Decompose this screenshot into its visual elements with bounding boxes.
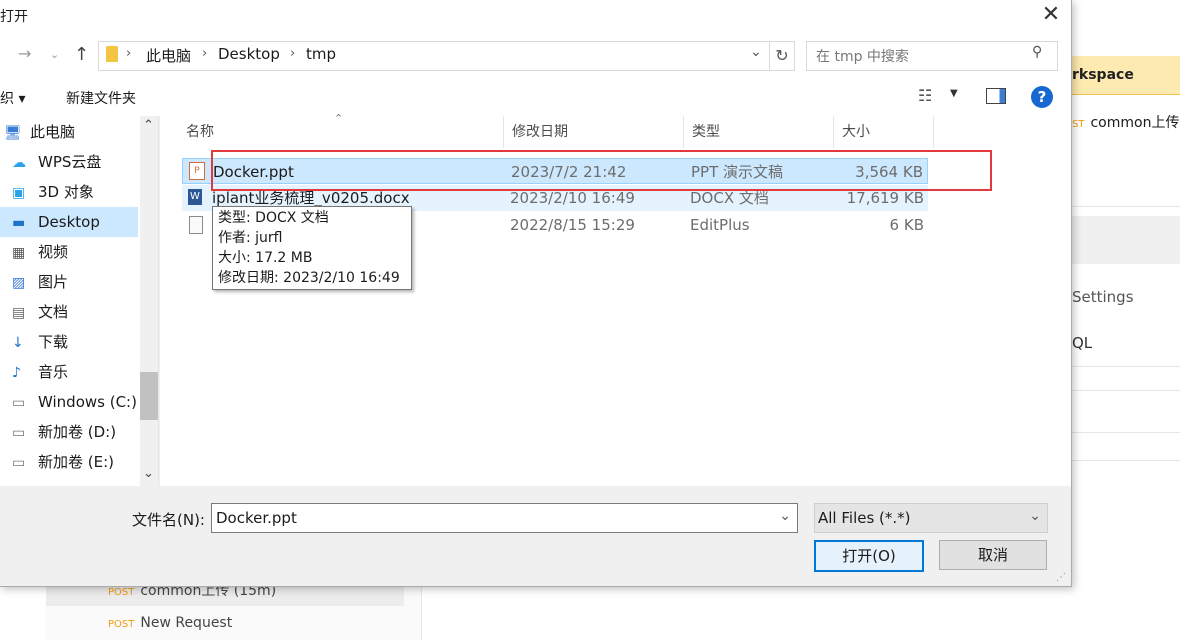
bg-sql-item[interactable]: QL	[1072, 334, 1092, 352]
drive-icon: ▭	[12, 394, 26, 411]
nav-item-label: 图片	[38, 273, 69, 291]
scrollbar-thumb[interactable]	[140, 372, 158, 420]
close-icon[interactable]: ✕	[1040, 4, 1062, 26]
nav-item-label: WPS云盘	[38, 153, 102, 171]
refresh-icon[interactable]: ↻	[770, 41, 795, 71]
cancel-button[interactable]: 取消	[939, 540, 1047, 570]
document-icon: ▤	[12, 304, 26, 321]
folder-icon	[106, 46, 118, 62]
dialog-toolbar	[0, 78, 1071, 116]
nav-item-label: Desktop	[38, 213, 100, 231]
cloud-icon: ☁	[12, 154, 26, 171]
nav-item[interactable]: ▭ Windows (C:)	[0, 387, 138, 417]
search-icon[interactable]: ⚲	[1032, 44, 1042, 60]
column-header-size[interactable]: 大小	[834, 116, 934, 148]
bg-request-new[interactable]: POST New Request	[108, 615, 232, 631]
nav-scrollbar[interactable]	[140, 116, 158, 486]
computer-icon: 🖥	[4, 124, 22, 141]
scroll-up-icon[interactable]: ⌃	[143, 118, 154, 133]
drive-icon: ▭	[12, 454, 26, 471]
nav-item-label: 文档	[38, 303, 69, 321]
column-header-date[interactable]: 修改日期	[504, 116, 684, 148]
breadcrumb-separator-icon: ›	[126, 46, 132, 61]
ppt-icon: P	[189, 162, 205, 180]
bg-settings-item[interactable]: Settings	[1072, 288, 1134, 306]
file-type-dropdown-icon[interactable]: ⌄	[1029, 508, 1041, 524]
nav-item[interactable]: ▣ 3D 对象	[0, 177, 138, 207]
background-right-panel	[1072, 0, 1180, 640]
nav-item-label: 音乐	[38, 363, 69, 381]
desktop-icon: ▬	[12, 214, 26, 231]
nav-item-label: Windows (C:)	[38, 393, 137, 411]
bg-request-item[interactable]: ST common上传	[1072, 112, 1179, 132]
highlight-box	[211, 150, 992, 191]
nav-item-label: 新加卷 (D:)	[38, 423, 117, 441]
recent-dropdown-icon[interactable]: ⌄	[50, 48, 59, 61]
nav-item[interactable]: ▭ 新加卷 (D:)	[0, 417, 138, 447]
tooltip-type: 类型: DOCX 文档	[218, 210, 329, 226]
column-header-name[interactable]: 名称	[178, 116, 504, 148]
filename-dropdown-icon[interactable]: ⌄	[779, 508, 791, 524]
nav-item[interactable]: ▤ 文档	[0, 297, 138, 327]
tooltip-author: 作者: jurfl	[218, 230, 283, 246]
download-icon: ↓	[12, 334, 24, 351]
nav-item-label: 此电脑	[30, 123, 76, 141]
up-arrow-icon[interactable]: ↑	[74, 44, 89, 65]
bg-selected-row	[1072, 216, 1180, 264]
workspace-header: rkspace	[1072, 56, 1180, 95]
picture-icon: ▨	[12, 274, 26, 291]
back-arrow-icon[interactable]: →	[18, 44, 31, 63]
nav-item[interactable]: ♪ 音乐	[0, 357, 138, 387]
breadcrumb-tmp[interactable]: tmp	[306, 45, 336, 63]
video-icon: ▦	[12, 244, 26, 261]
text-file-icon	[189, 216, 203, 234]
nav-item-label: 视频	[38, 243, 69, 261]
filename-label: 文件名(N):	[132, 511, 205, 529]
nav-item[interactable]: ▦ 视频	[0, 237, 138, 267]
open-button[interactable]: 打开(O)	[814, 540, 924, 572]
nav-item-label: 新加卷 (E:)	[38, 453, 115, 471]
tooltip-size: 大小: 17.2 MB	[218, 250, 313, 266]
breadcrumb-this-pc[interactable]: 此电脑	[146, 45, 191, 66]
address-bar[interactable]	[98, 41, 770, 71]
file-tooltip: 类型: DOCX 文档 作者: jurfl 大小: 17.2 MB 修改日期: …	[212, 206, 412, 290]
breadcrumb-desktop[interactable]: Desktop	[218, 45, 280, 63]
help-icon[interactable]: ?	[1031, 86, 1053, 108]
scroll-down-icon[interactable]: ⌄	[143, 466, 154, 481]
filename-input[interactable]: Docker.ppt ⌄	[211, 503, 798, 533]
nav-item[interactable]: ↓ 下载	[0, 327, 138, 357]
search-placeholder: 在 tmp 中搜索	[816, 49, 909, 65]
dialog-title: 打开	[0, 9, 28, 25]
nav-item-label: 下载	[38, 333, 69, 351]
breadcrumb-separator-icon: ›	[290, 46, 296, 61]
cube-icon: ▣	[12, 184, 26, 201]
view-options-icon[interactable]: ☷	[918, 86, 932, 105]
breadcrumb-separator-icon: ›	[202, 46, 208, 61]
preview-pane-icon[interactable]	[986, 88, 1006, 104]
column-header-type[interactable]: 类型	[684, 116, 834, 148]
music-icon: ♪	[12, 364, 21, 381]
address-dropdown-icon[interactable]: ⌄	[750, 44, 762, 60]
view-dropdown-icon[interactable]: ▼	[950, 88, 958, 99]
nav-item[interactable]: ▬ Desktop	[0, 207, 138, 237]
nav-item-label: 3D 对象	[38, 183, 94, 201]
nav-item[interactable]: 🖥 此电脑	[0, 117, 138, 147]
drive-icon: ▭	[12, 424, 26, 441]
new-folder-button[interactable]: 新建文件夹	[66, 88, 136, 108]
resize-grip-icon[interactable]: ⋰	[1056, 572, 1066, 583]
file-type-select[interactable]: All Files (*.*) ⌄	[814, 503, 1048, 533]
nav-item[interactable]: ▨ 图片	[0, 267, 138, 297]
dialog-titlebar	[0, 0, 1071, 32]
nav-item[interactable]: ☁ WPS云盘	[0, 147, 138, 177]
tooltip-date: 修改日期: 2023/2/10 16:49	[218, 270, 400, 286]
nav-item[interactable]: ▭ 新加卷 (E:)	[0, 447, 138, 477]
organize-button[interactable]: 织 ▾	[0, 88, 25, 108]
word-icon: W	[188, 189, 202, 205]
